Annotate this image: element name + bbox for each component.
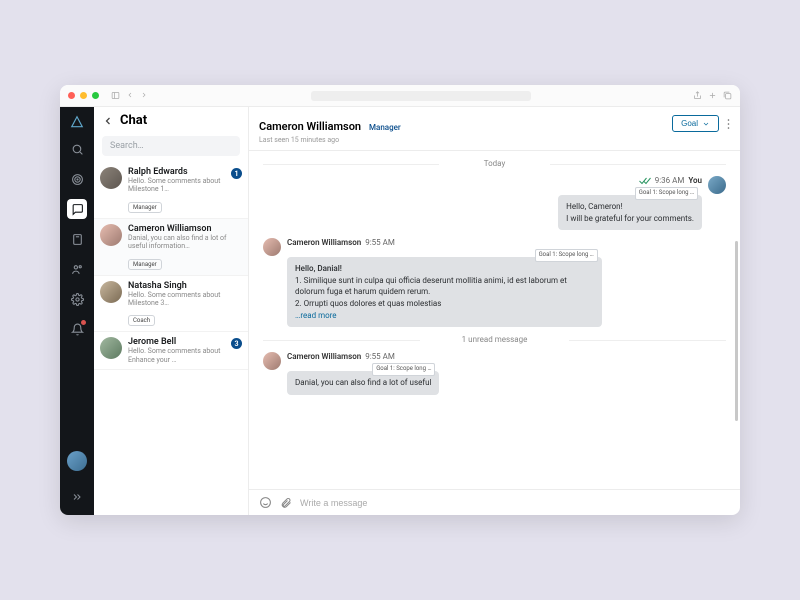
goal-chip[interactable]: Goal 1: Scope long … bbox=[635, 187, 698, 200]
conversation-preview: Hello. Some comments about Milestone 3… bbox=[128, 291, 242, 308]
avatar bbox=[263, 352, 281, 370]
conversation-column: Chat Search… Ralph Edwards Hello. Some c… bbox=[94, 107, 249, 515]
unread-badge: 1 bbox=[231, 168, 242, 179]
page-title: Chat bbox=[120, 113, 147, 128]
chat-pane: Cameron Williamson Manager Last seen 15 … bbox=[249, 107, 740, 515]
message-input[interactable] bbox=[300, 498, 730, 508]
message-line: Hello, Cameron! bbox=[566, 201, 694, 213]
app-logo-icon[interactable] bbox=[70, 115, 84, 129]
message-list[interactable]: Today 9:36 AM You Goal 1: Scope long … bbox=[249, 151, 740, 489]
avatar bbox=[100, 167, 122, 189]
chat-contact-role: Manager bbox=[369, 123, 401, 132]
chat-header: Cameron Williamson Manager Last seen 15 … bbox=[249, 107, 740, 151]
nav-target-icon[interactable] bbox=[67, 169, 87, 189]
attachment-icon[interactable] bbox=[280, 497, 292, 509]
message-author: You bbox=[688, 176, 702, 185]
tabs-icon[interactable] bbox=[723, 91, 732, 100]
message-line: 2. Orrupti quos dolores et quas molestia… bbox=[295, 298, 594, 310]
conversation-preview: Danial, you can also find a lot of usefu… bbox=[128, 234, 242, 251]
message-row: Cameron Williamson 9:55 AM Goal 1: Scope… bbox=[263, 238, 726, 327]
avatar bbox=[100, 224, 122, 246]
browser-nav bbox=[111, 91, 148, 100]
nav-rail bbox=[60, 107, 94, 515]
message-row: 9:36 AM You Goal 1: Scope long … Hello, … bbox=[263, 176, 726, 230]
nav-settings-icon[interactable] bbox=[67, 289, 87, 309]
message-time: 9:36 AM bbox=[655, 176, 685, 185]
share-icon[interactable] bbox=[693, 91, 702, 100]
message-bubble: Goal 1: Scope long … Hello, Cameron! I w… bbox=[558, 195, 702, 230]
conversation-preview: Hello. Some comments about Enhance your … bbox=[128, 347, 242, 364]
message-row: Cameron Williamson 9:55 AM Goal 1: Scope… bbox=[263, 352, 726, 395]
minimize-window-icon[interactable] bbox=[80, 92, 87, 99]
more-options-icon[interactable] bbox=[727, 118, 730, 130]
goal-chip[interactable]: Goal 1: Scope long … bbox=[372, 363, 435, 376]
nav-search-icon[interactable] bbox=[67, 139, 87, 159]
goal-chip[interactable]: Goal 1: Scope long … bbox=[535, 249, 598, 262]
sidebar-toggle-icon[interactable] bbox=[111, 91, 120, 100]
notification-dot bbox=[81, 320, 86, 325]
url-bar[interactable] bbox=[154, 91, 687, 101]
conversation-item[interactable]: Jerome Bell Hello. Some comments about E… bbox=[94, 332, 248, 370]
message-time: 9:55 AM bbox=[365, 352, 395, 361]
conversation-name: Jerome Bell bbox=[128, 337, 242, 347]
app-window: Chat Search… Ralph Edwards Hello. Some c… bbox=[60, 85, 740, 515]
nav-bell-icon[interactable] bbox=[67, 319, 87, 339]
nav-back-icon[interactable] bbox=[126, 91, 134, 100]
back-icon[interactable] bbox=[102, 115, 114, 127]
avatar bbox=[708, 176, 726, 194]
message-time: 9:55 AM bbox=[365, 238, 395, 247]
new-tab-icon[interactable] bbox=[708, 91, 717, 100]
conversation-name: Natasha Singh bbox=[128, 281, 242, 291]
goal-button-label: Goal bbox=[681, 119, 698, 128]
chat-contact-name: Cameron Williamson bbox=[259, 120, 361, 133]
titlebar bbox=[60, 85, 740, 107]
role-tag: Coach bbox=[128, 315, 155, 326]
message-line: Danial, you can also find a lot of usefu… bbox=[295, 377, 431, 389]
message-composer bbox=[249, 489, 740, 515]
emoji-icon[interactable] bbox=[259, 496, 272, 509]
role-tag: Manager bbox=[128, 202, 162, 213]
conversation-list: Ralph Edwards Hello. Some comments about… bbox=[94, 162, 248, 515]
goal-dropdown-button[interactable]: Goal bbox=[672, 115, 719, 132]
message-author: Cameron Williamson bbox=[287, 238, 361, 247]
message-bubble: Goal 1: Scope long … Danial, you can als… bbox=[287, 371, 439, 395]
conversation-name: Ralph Edwards bbox=[128, 167, 242, 177]
avatar bbox=[100, 337, 122, 359]
message-author: Cameron Williamson bbox=[287, 352, 361, 361]
avatar bbox=[100, 281, 122, 303]
conversation-item[interactable]: Cameron Williamson Danial, you can also … bbox=[94, 219, 248, 276]
conversation-name: Cameron Williamson bbox=[128, 224, 242, 234]
message-line: 1. Similique sunt in culpa qui officia d… bbox=[295, 275, 594, 298]
nav-chat-icon[interactable] bbox=[67, 199, 87, 219]
nav-notebook-icon[interactable] bbox=[67, 229, 87, 249]
chevron-down-icon bbox=[702, 120, 710, 128]
scrollbar[interactable] bbox=[735, 241, 738, 421]
conversation-item[interactable]: Ralph Edwards Hello. Some comments about… bbox=[94, 162, 248, 219]
message-line: Hello, Danial! bbox=[295, 263, 594, 275]
user-avatar[interactable] bbox=[67, 451, 87, 471]
traffic-lights bbox=[68, 92, 99, 99]
collapse-rail-icon[interactable] bbox=[67, 487, 87, 507]
day-separator: Today bbox=[263, 159, 726, 168]
last-seen: Last seen 15 minutes ago bbox=[259, 136, 401, 144]
conversation-item[interactable]: Natasha Singh Hello. Some comments about… bbox=[94, 276, 248, 333]
conversation-preview: Hello. Some comments about Milestone 1… bbox=[128, 177, 242, 194]
search-input[interactable]: Search… bbox=[102, 136, 240, 156]
message-line: I will be grateful for your comments. bbox=[566, 213, 694, 225]
unread-separator: 1 unread message bbox=[263, 335, 726, 344]
nav-people-icon[interactable] bbox=[67, 259, 87, 279]
maximize-window-icon[interactable] bbox=[92, 92, 99, 99]
nav-forward-icon[interactable] bbox=[140, 91, 148, 100]
read-receipt-icon bbox=[639, 177, 651, 185]
role-tag: Manager bbox=[128, 259, 162, 270]
search-placeholder: Search… bbox=[110, 141, 144, 151]
read-more-link[interactable]: …read more bbox=[295, 310, 594, 322]
message-bubble: Goal 1: Scope long … Hello, Danial! 1. S… bbox=[287, 257, 602, 327]
avatar bbox=[263, 238, 281, 256]
close-window-icon[interactable] bbox=[68, 92, 75, 99]
